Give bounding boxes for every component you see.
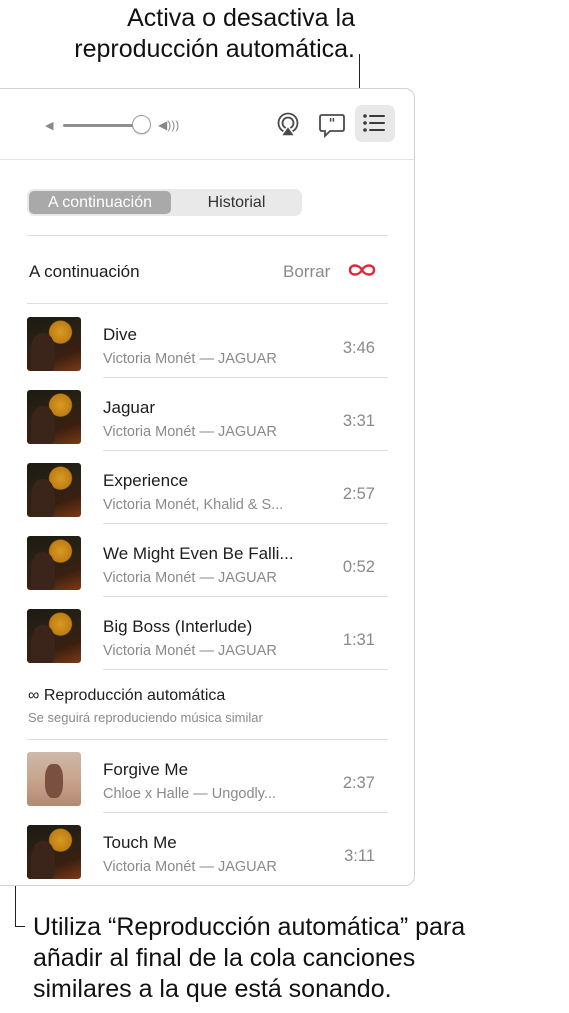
list-item[interactable]: We Might Even Be Falli... Victoria Monét… (0, 524, 414, 597)
section-title-autoplay: ∞ Reproducción automática (28, 687, 225, 705)
volume-high-icon: ◀))) (158, 118, 180, 132)
song-artist: Chloe x Halle — Ungodly... (103, 786, 277, 802)
autoplay-title: Reproducción automática (43, 687, 226, 704)
section-title-up-next: A continuación (29, 262, 140, 281)
song-duration: 2:57 (342, 485, 375, 503)
list-item[interactable]: Forgive Me Chloe x Halle — Ungodly... 2:… (0, 740, 414, 813)
queue-list-icon (363, 114, 385, 132)
song-duration: 3:46 (342, 339, 375, 357)
queue-history-tabs: A continuación Historial (27, 189, 302, 216)
volume-slider-knob[interactable] (132, 115, 151, 134)
divider (27, 235, 388, 236)
song-artist: Victoria Monét — JAGUAR (103, 351, 277, 367)
album-artwork (27, 390, 81, 444)
toolbar: ◀ ◀))) " (0, 89, 414, 160)
list-item[interactable]: Big Boss (Interlude) Victoria Monét — JA… (0, 597, 414, 670)
callout-line: similares a la que está sonando. (33, 975, 392, 1003)
list-item[interactable]: Dive Victoria Monét — JAGUAR 3:46 (0, 305, 414, 378)
list-item[interactable]: Jaguar Victoria Monét — JAGUAR 3:31 (0, 378, 414, 451)
callout-line: reproducción automática. (74, 35, 355, 63)
divider (27, 303, 388, 304)
song-duration: 0:52 (342, 558, 375, 576)
song-title: Dive (103, 325, 138, 344)
song-artist: Victoria Monét — JAGUAR (103, 424, 277, 440)
album-artwork (27, 825, 81, 879)
song-artist: Victoria Monét — JAGUAR (103, 859, 277, 875)
album-artwork (27, 317, 81, 371)
song-title: Experience (103, 471, 189, 490)
album-artwork (27, 463, 81, 517)
callout-leader-bottom-foot (15, 926, 25, 927)
song-title: We Might Even Be Falli... (103, 544, 294, 563)
callout-autoplay-toggle: Activa o desactiva la reproducción autom… (74, 3, 355, 65)
infinity-icon[interactable] (347, 259, 377, 281)
callout-line: añadir al final de la cola canciones (33, 944, 416, 972)
song-title: Forgive Me (103, 760, 189, 779)
album-artwork (27, 752, 81, 806)
infinity-icon: ∞ (28, 687, 40, 704)
lyrics-icon[interactable]: " (318, 111, 346, 139)
clear-button[interactable]: Borrar (283, 262, 330, 282)
volume-low-icon: ◀ (45, 120, 54, 132)
divider (103, 669, 388, 670)
callout-line: Activa o desactiva la (127, 4, 355, 32)
album-artwork (27, 609, 81, 663)
song-artist: Victoria Monét — JAGUAR (103, 570, 277, 586)
song-title: Jaguar (103, 398, 155, 417)
volume-slider[interactable] (63, 124, 143, 127)
svg-text:": " (329, 117, 336, 132)
tab-history[interactable]: Historial (173, 191, 300, 214)
song-title: Big Boss (Interlude) (103, 617, 253, 636)
song-duration: 2:37 (342, 774, 375, 792)
song-title: Touch Me (103, 833, 177, 852)
autoplay-subtitle: Se seguirá reproduciendo música similar (28, 710, 263, 725)
song-duration: 3:11 (344, 847, 375, 865)
queue-button[interactable] (355, 105, 395, 142)
song-artist: Victoria Monét, Khalid & S... (103, 497, 284, 513)
list-item[interactable]: Experience Victoria Monét, Khalid & S...… (0, 451, 414, 524)
song-artist: Victoria Monét — JAGUAR (103, 643, 277, 659)
album-artwork (27, 536, 81, 590)
list-item[interactable]: Touch Me Victoria Monét — JAGUAR 3:11 (0, 813, 414, 885)
song-duration: 1:31 (342, 631, 375, 649)
airplay-icon[interactable] (275, 112, 301, 138)
tab-up-next[interactable]: A continuación (29, 191, 171, 214)
callout-line: Utiliza “Reproducción automática” para (33, 913, 466, 941)
song-duration: 3:31 (342, 412, 375, 430)
music-side-panel: ◀ ◀))) " A continuación Historial A cont… (0, 88, 415, 886)
callout-autoplay-section: Utiliza “Reproducción automática” para a… (33, 912, 465, 1005)
